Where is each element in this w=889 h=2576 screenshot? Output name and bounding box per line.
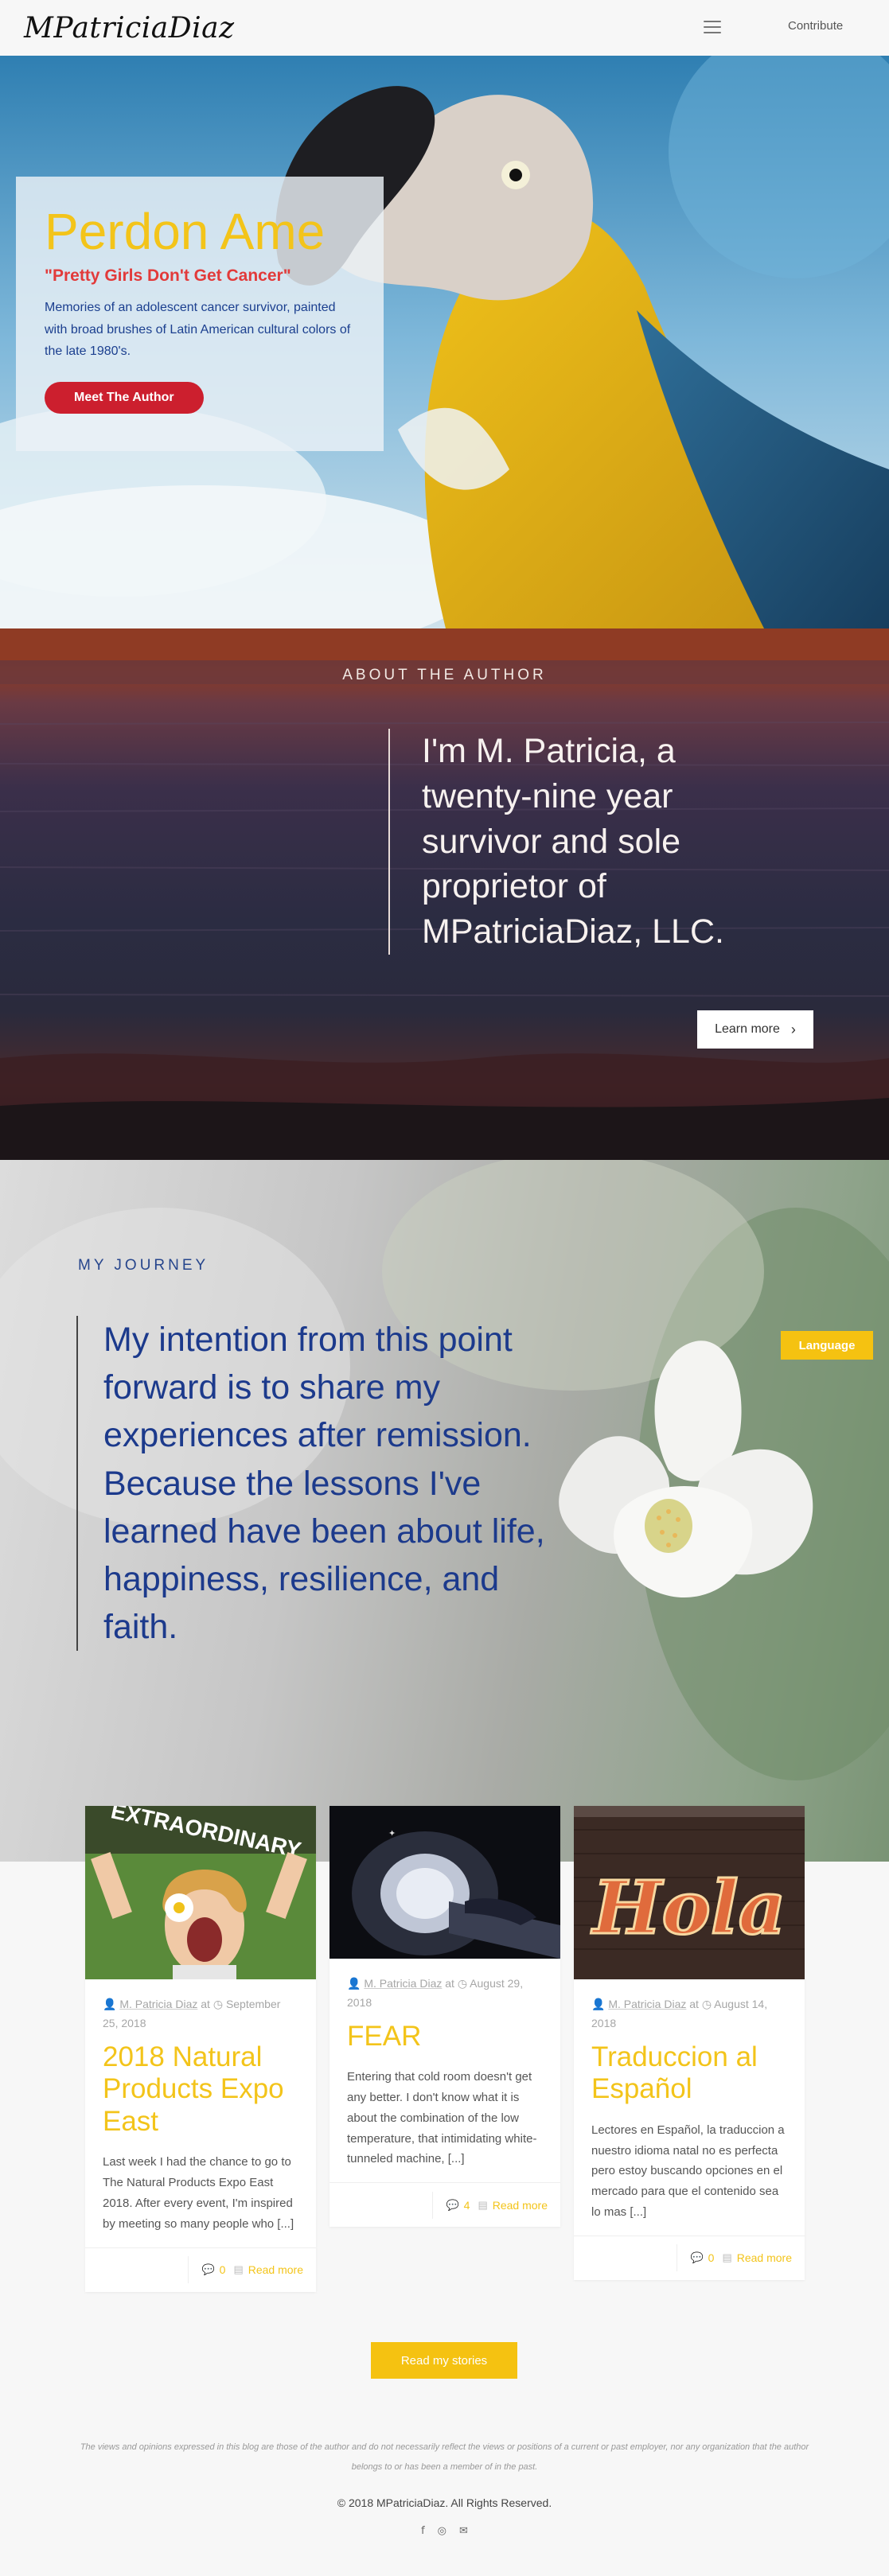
svg-text:✦: ✦ bbox=[388, 1829, 396, 1839]
post-comments-count: 0 bbox=[219, 2263, 226, 2277]
meet-the-author-button[interactable]: Meet The Author bbox=[45, 381, 204, 414]
email-icon[interactable]: ✉ bbox=[459, 2525, 468, 2537]
post-footer: 💬 4 ▤ Read more bbox=[329, 2182, 560, 2227]
language-button[interactable]: Language bbox=[781, 1331, 873, 1360]
post-comments-link[interactable]: 💬 0 bbox=[690, 2251, 714, 2264]
chevron-right-icon: › bbox=[790, 1021, 796, 1037]
hamburger-menu-icon[interactable] bbox=[704, 21, 721, 33]
post-meta: 👤 M. Patricia Diaz at ◷ August 29, 2018 bbox=[347, 1975, 543, 2013]
hero-title: Perdon Ame bbox=[45, 203, 326, 260]
about-quote: I'm M. Patricia, a twenty-nine year surv… bbox=[388, 729, 762, 955]
hero-section: Perdon Ame "Pretty Girls Don't Get Cance… bbox=[0, 56, 889, 628]
hero-description: Memories of an adolescent cancer survivo… bbox=[45, 301, 351, 359]
learn-more-label: Learn more bbox=[715, 1022, 780, 1036]
about-section: ABOUT THE AUTHOR I'm M. Patricia, a twen… bbox=[0, 628, 889, 1160]
facebook-icon[interactable]: f bbox=[421, 2525, 425, 2537]
hero-card: Perdon Ame "Pretty Girls Don't Get Cance… bbox=[16, 177, 384, 451]
post-footer: 💬 0 ▤ Read more bbox=[85, 2247, 316, 2292]
user-icon: 👤 bbox=[347, 1977, 361, 1990]
post-card-3: Hola 👤 M. Patricia Diaz at ◷ August 14, … bbox=[574, 1806, 805, 2280]
post-read-more-link[interactable]: ▤ Read more bbox=[478, 2199, 548, 2212]
post-title[interactable]: Traduccion al Español bbox=[591, 2041, 787, 2106]
about-heading: ABOUT THE AUTHOR bbox=[342, 667, 547, 683]
post-excerpt: Last week I had the chance to go to The … bbox=[103, 2155, 294, 2231]
post-read-more-label: Read more bbox=[492, 2198, 548, 2212]
post-read-more-link[interactable]: ▤ Read more bbox=[233, 2263, 303, 2276]
post-image[interactable]: EXTRAORDINARY bbox=[85, 1806, 316, 1979]
clock-icon: ◷ bbox=[701, 1998, 712, 2010]
page: MPatriciaDiaz Contribute Perdon Ame "Pre… bbox=[0, 0, 889, 2576]
comment-icon: 💬 bbox=[446, 2198, 459, 2211]
post-meta-at: at bbox=[445, 1977, 454, 1990]
post-meta-at: at bbox=[201, 1998, 210, 2010]
site-header: MPatriciaDiaz Contribute bbox=[0, 0, 889, 56]
document-icon: ▤ bbox=[722, 2251, 732, 2264]
footer-disclaimer: The views and opinions expressed in this… bbox=[80, 2442, 809, 2473]
post-footer: 💬 0 ▤ Read more bbox=[574, 2235, 805, 2280]
post-card-2: ✦ 👤 M. Patricia Diaz at ◷ August 29, 201… bbox=[329, 1806, 560, 2228]
footer-copyright: © 2018 MPatriciaDiaz. All Rights Reserve… bbox=[337, 2496, 552, 2509]
user-icon: 👤 bbox=[591, 1998, 606, 2010]
comment-icon: 💬 bbox=[690, 2251, 704, 2264]
post-image[interactable]: Hola bbox=[574, 1806, 805, 1979]
hola-sign-image: Hola bbox=[574, 1806, 805, 1979]
post-comments-count: 4 bbox=[463, 2198, 470, 2212]
post-title[interactable]: FEAR bbox=[347, 2021, 543, 2053]
document-icon: ▤ bbox=[233, 2263, 244, 2276]
post-read-more-label: Read more bbox=[736, 2251, 792, 2265]
user-icon: 👤 bbox=[103, 1998, 117, 2010]
post-image-text: Hola bbox=[591, 1865, 786, 1951]
clock-icon: ◷ bbox=[213, 1998, 224, 2010]
post-excerpt: Lectores en Español, la traduccion a nue… bbox=[591, 2123, 785, 2219]
comment-icon: 💬 bbox=[201, 2263, 215, 2276]
social-links: f ◎ ✉ bbox=[0, 2525, 889, 2537]
journey-quote: My intention from this point forward is … bbox=[76, 1316, 570, 1652]
instagram-icon[interactable]: ◎ bbox=[438, 2525, 446, 2537]
document-icon: ▤ bbox=[478, 2198, 488, 2211]
site-logo[interactable]: MPatriciaDiaz bbox=[24, 12, 235, 45]
mri-machine-image: ✦ bbox=[329, 1806, 560, 1959]
post-excerpt: Entering that cold room doesn't get any … bbox=[347, 2070, 537, 2166]
hero-subtitle: "Pretty Girls Don't Get Cancer" bbox=[45, 267, 291, 286]
journey-section: MY JOURNEY My intention from this point … bbox=[0, 1160, 889, 1862]
post-author-link[interactable]: M. Patricia Diaz bbox=[608, 1998, 686, 2010]
post-comments-link[interactable]: 💬 4 bbox=[446, 2199, 470, 2212]
post-read-more-link[interactable]: ▤ Read more bbox=[722, 2251, 792, 2264]
contribute-link[interactable]: Contribute bbox=[788, 19, 843, 33]
post-read-more-label: Read more bbox=[248, 2263, 303, 2277]
post-image[interactable]: ✦ bbox=[329, 1806, 560, 1959]
post-meta-at: at bbox=[689, 1998, 699, 2010]
about-quote-text: I'm M. Patricia, a twenty-nine year surv… bbox=[422, 732, 724, 951]
post-comments-link[interactable]: 💬 0 bbox=[201, 2263, 225, 2276]
post-meta: 👤 M. Patricia Diaz at ◷ September 25, 20… bbox=[103, 1995, 298, 2033]
post-card-1: EXTRAORDINARY 👤 M. Patricia Diaz at ◷ Se… bbox=[85, 1806, 316, 2292]
journey-heading: MY JOURNEY bbox=[78, 1257, 209, 1274]
post-author-link[interactable]: M. Patricia Diaz bbox=[119, 1998, 197, 2010]
learn-more-button[interactable]: Learn more › bbox=[697, 1010, 813, 1049]
child-with-flower-image: EXTRAORDINARY bbox=[85, 1806, 316, 1979]
post-comments-count: 0 bbox=[708, 2251, 715, 2265]
read-my-stories-button[interactable]: Read my stories bbox=[371, 2342, 517, 2379]
clock-icon: ◷ bbox=[457, 1977, 468, 1990]
post-author-link[interactable]: M. Patricia Diaz bbox=[364, 1977, 442, 1990]
post-title[interactable]: 2018 Natural Products Expo East bbox=[103, 2041, 298, 2138]
post-meta: 👤 M. Patricia Diaz at ◷ August 14, 2018 bbox=[591, 1995, 787, 2033]
journey-quote-text: My intention from this point forward is … bbox=[103, 1321, 545, 1647]
